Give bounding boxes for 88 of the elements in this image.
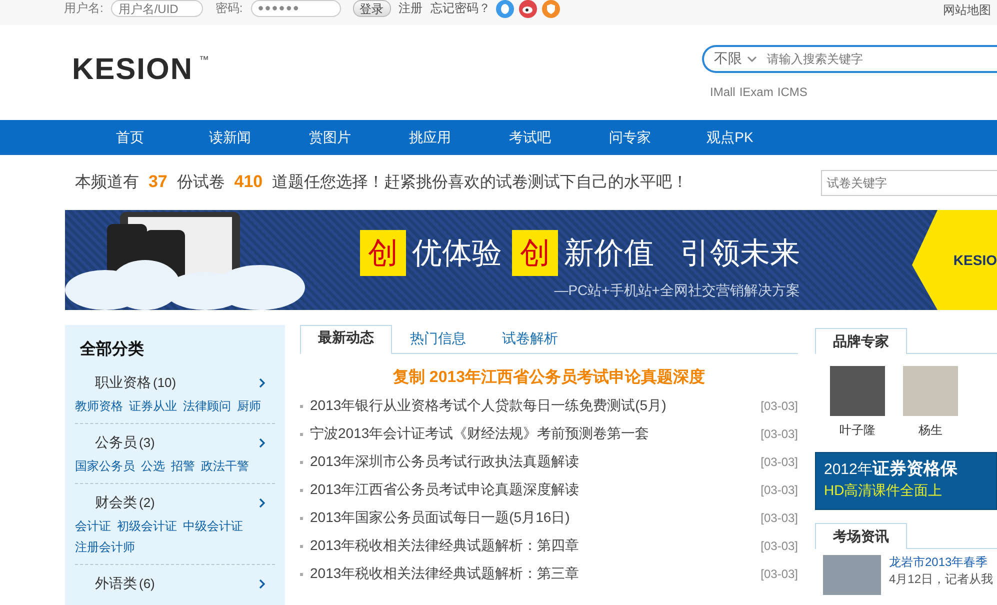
news-summary: 4月12日，记者从我 <box>889 572 994 586</box>
username-label: 用户名: <box>64 0 104 17</box>
subcategory-link[interactable]: 证券从业 <box>129 396 177 417</box>
bullet-icon <box>300 544 303 548</box>
tab[interactable]: 最新动态 <box>300 325 392 354</box>
username-field[interactable]: 用户名/UID <box>111 0 204 17</box>
nav-item[interactable]: 赏图片 <box>280 128 380 146</box>
section-tab[interactable]: 品牌专家 <box>815 328 907 354</box>
product-link[interactable]: IMall <box>710 85 736 99</box>
ad-subline: HD高清课件全面上 <box>824 482 944 500</box>
chevron-right-icon[interactable] <box>259 378 265 388</box>
highlight-char: 创 <box>360 230 406 276</box>
news-date: [03-03] <box>760 483 798 497</box>
news-link[interactable]: 龙岩市2013年春季 <box>889 555 994 569</box>
subcategory-link[interactable]: 公选 <box>141 456 165 477</box>
chevron-right-icon[interactable] <box>259 438 265 448</box>
expert-name[interactable]: 杨生 <box>918 422 942 439</box>
ad-banner[interactable]: 2012年证券资格保 HD高清课件全面上 <box>815 452 997 510</box>
subcategory-link[interactable]: 法律顾问 <box>183 396 231 417</box>
register-link[interactable]: 注册 <box>398 0 423 17</box>
bullet-icon <box>300 404 303 408</box>
product-link[interactable]: IExam <box>739 85 774 99</box>
logo: KESION <box>72 55 194 85</box>
news-date: [03-03] <box>760 511 798 525</box>
subcategory-link[interactable]: 教师资格 <box>75 396 123 417</box>
nav-item[interactable]: 挑应用 <box>380 128 480 146</box>
news-date: [03-03] <box>760 539 798 553</box>
bullet-icon <box>300 488 303 492</box>
site-map-link[interactable]: 网站地图 <box>943 2 991 19</box>
category-link[interactable]: 外语类(6) <box>95 575 155 593</box>
subcategory-link[interactable]: 国家公务员 <box>75 456 135 477</box>
news-link[interactable]: 2013年深圳市公务员考试行政执法真题解读 <box>310 453 761 471</box>
nav-item[interactable]: 问专家 <box>580 128 680 146</box>
trademark-mark: ™ <box>199 55 210 66</box>
news-link[interactable]: 2013年国家公务员面试每日一题(5月16日) <box>310 509 761 527</box>
expert-name[interactable]: 叶子隆 <box>840 422 876 439</box>
news-link[interactable]: 2013年税收相关法律经典试题解析：第三章 <box>310 565 761 583</box>
nav-item[interactable]: 观点PK <box>680 128 780 146</box>
news-date: [03-03] <box>760 399 798 413</box>
channel-summary: 本频道有 37 份试卷 410 道题任您选择！赶紧挑份喜欢的试卷测试下自己的水平吧！ <box>75 172 688 193</box>
news-link[interactable]: 宁波2013年会计证考试《财经法规》考前预测卷第一套 <box>310 425 761 443</box>
forgot-password-link[interactable]: 忘记密码？ <box>430 0 491 17</box>
product-link[interactable]: ICMS <box>777 85 808 99</box>
chevron-right-icon[interactable] <box>259 498 265 508</box>
scope-dropdown[interactable]: 不限 <box>704 50 765 68</box>
section-tab[interactable]: 考场资讯 <box>815 523 907 549</box>
news-link[interactable]: 2013年税收相关法律经典试题解析：第四章 <box>310 537 761 555</box>
subcategory-link[interactable]: 会计证 <box>75 516 111 537</box>
subcategory-link[interactable]: 政法干警 <box>201 456 249 477</box>
slogan-text: 优体验 <box>412 236 502 272</box>
bullet-icon <box>300 516 303 520</box>
search-field[interactable]: 不限 请输入搜索关键字 <box>702 45 997 73</box>
subcategory-link[interactable]: 中级会计证 <box>183 516 243 537</box>
bullet-icon <box>300 432 303 436</box>
brand-badge: KESIO <box>912 210 997 310</box>
category-link[interactable]: 财会类(2) <box>95 494 155 512</box>
category-link[interactable]: 公务员(3) <box>95 434 155 452</box>
password-field[interactable]: ●●●●●● <box>250 0 341 17</box>
tab[interactable]: 试卷解析 <box>484 326 576 354</box>
slogan-text: 新价值 <box>564 236 654 272</box>
nav-item[interactable]: 首页 <box>80 128 180 146</box>
panel-title: 全部分类 <box>80 339 145 360</box>
highlight-char: 创 <box>512 230 558 276</box>
login-button[interactable]: 登录 <box>352 0 391 17</box>
news-link[interactable]: 2013年江西省公务员考试申论真题深度解读 <box>310 481 761 499</box>
news-date: [03-03] <box>760 427 798 441</box>
shield-icon[interactable] <box>542 0 560 18</box>
category-link[interactable]: 职业资格(10) <box>95 374 176 392</box>
banner-subtitle: —PC站+手机站+全网社交营销解决方案 <box>553 282 800 300</box>
chevron-right-icon[interactable] <box>259 579 265 589</box>
nav-item[interactable]: 读新闻 <box>180 128 280 146</box>
ad-headline: 2012年证券资格保 <box>824 458 958 480</box>
tab[interactable]: 热门信息 <box>392 326 484 354</box>
subcategory-link[interactable]: 注册会计师 <box>75 537 135 558</box>
bullet-icon <box>300 572 303 576</box>
subcategory-link[interactable]: 初级会计证 <box>117 516 177 537</box>
news-date: [03-03] <box>760 455 798 469</box>
promo-banner[interactable]: 创 优体验 创 新价值 引领未来 —PC站+手机站+全网社交营销解决方案 KESIO <box>65 210 997 310</box>
bullet-icon <box>300 460 303 464</box>
slogan-text: 引领未来 <box>680 236 800 272</box>
subcategory-link[interactable]: 招警 <box>171 456 195 477</box>
news-link[interactable]: 2013年银行从业资格考试个人贷款每日一练免费测试(5月) <box>310 397 761 415</box>
paper-search-field[interactable]: 试卷关键字 <box>821 170 997 196</box>
nav-item[interactable]: 考试吧 <box>480 128 580 146</box>
chevron-down-icon <box>747 56 757 62</box>
password-label: 密码: <box>215 0 243 17</box>
subcategory-link[interactable]: 厨师 <box>237 396 261 417</box>
news-date: [03-03] <box>760 567 798 581</box>
